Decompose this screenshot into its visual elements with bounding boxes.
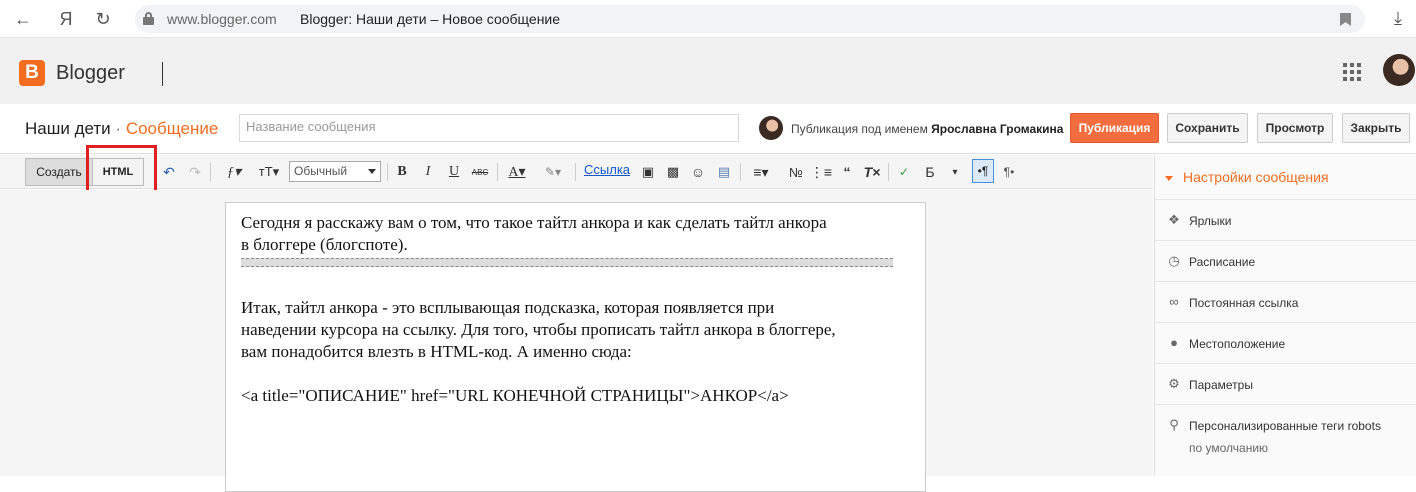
gear-icon: ⚙ [1168, 376, 1180, 391]
font-family-icon[interactable]: ƒ▾ [218, 160, 250, 184]
editor-line: Итак, тайтл анкора - это всплывающая под… [241, 298, 775, 317]
insert-emoji-icon[interactable]: ☺ [688, 160, 708, 184]
sidebar-item-sublabel: по умолчанию [1189, 441, 1269, 455]
jump-break-divider [241, 258, 893, 267]
editor-line: вам понадобится влезть в HTML-код. А име… [241, 342, 632, 361]
compose-mode-button[interactable]: Создать [25, 158, 93, 186]
editor-line: в блоггере (блогспоте). [241, 235, 408, 254]
sidebar-item-schedule[interactable]: ◷ Расписание [1155, 240, 1416, 281]
search-icon: ⚲ [1169, 417, 1179, 432]
sidebar-item-label: Персонализированные теги robots [1189, 419, 1381, 433]
sidebar-item-options[interactable]: ⚙ Параметры [1155, 363, 1416, 404]
bookmark-icon[interactable] [1340, 13, 1351, 26]
sidebar-item-location[interactable]: ● Местоположение [1155, 322, 1416, 363]
italic-icon[interactable]: I [420, 160, 436, 184]
clear-formatting-icon[interactable]: T× [862, 160, 882, 184]
post-body-editor[interactable]: Сегодня я расскажу вам о том, что такое … [225, 202, 926, 492]
sidebar-item-label: Ярлыки [1189, 214, 1232, 228]
text-color-icon[interactable]: A▾ [503, 160, 531, 184]
clock-icon: ◷ [1168, 253, 1180, 268]
ltr-direction-icon[interactable]: •¶ [972, 159, 994, 183]
post-settings-title: Настройки сообщения [1183, 169, 1329, 185]
post-header: Наши дети · Сообщение Название сообщения… [0, 104, 1416, 154]
publish-as-name: Ярославна Громакина [931, 122, 1064, 136]
section-title: Сообщение [125, 119, 219, 138]
post-title-input[interactable]: Название сообщения [239, 114, 739, 142]
close-button[interactable]: Закрыть [1342, 113, 1410, 143]
undo-icon[interactable]: ↶ [160, 160, 178, 184]
address-url: www.blogger.com [167, 11, 277, 27]
underline-icon[interactable]: U [446, 160, 462, 184]
link-icon: ∞ [1169, 294, 1179, 309]
align-icon[interactable]: ≡▾ [746, 160, 776, 184]
location-pin-icon: ● [1170, 335, 1178, 350]
download-icon[interactable]: ⤓ [1394, 8, 1402, 29]
post-settings-header[interactable]: Настройки сообщения [1165, 169, 1329, 185]
blogger-header: B Blogger [0, 38, 1416, 104]
lock-icon [143, 12, 154, 25]
insert-video-icon[interactable]: ▩ [663, 160, 683, 184]
transliteration-button[interactable]: Б [922, 160, 938, 184]
publish-as-text: Публикация под именем Ярославна Громакин… [791, 122, 1063, 136]
editor-code-line: <a title="ОПИСАНИЕ" href="URL КОНЕЧНОЙ С… [241, 386, 789, 405]
font-size-icon[interactable]: тT▾ [253, 160, 285, 184]
save-button[interactable]: Сохранить [1167, 113, 1248, 143]
app-name[interactable]: Blogger [56, 62, 125, 85]
sidebar-item-label: Параметры [1189, 378, 1253, 392]
rtl-direction-icon[interactable]: ¶• [1000, 160, 1018, 184]
publish-button[interactable]: Публикация [1070, 113, 1159, 143]
editor-paragraph: Итак, тайтл анкора - это всплывающая под… [241, 297, 910, 363]
tag-icon: ❖ [1168, 212, 1180, 227]
editor-line: наведении курсора на ссылку. Для того, ч… [241, 320, 836, 339]
preview-button[interactable]: Просмотр [1257, 113, 1333, 143]
blockquote-icon[interactable]: “ [838, 160, 856, 184]
reload-icon[interactable]: ↻ [92, 8, 114, 30]
collapse-triangle-icon [1165, 175, 1173, 181]
sidebar-item-label: Местоположение [1189, 337, 1286, 351]
sidebar-item-labels[interactable]: ❖ Ярлыки [1155, 199, 1416, 240]
insert-link-button[interactable]: Ссылка [584, 162, 630, 177]
sidebar-item-label: Расписание [1189, 255, 1256, 269]
chevron-down-icon [368, 169, 376, 174]
bulleted-list-icon[interactable]: ⋮≡ [810, 160, 832, 184]
sidebar-item-permalink[interactable]: ∞ Постоянная ссылка [1155, 281, 1416, 322]
apps-grid-icon[interactable] [1343, 63, 1361, 81]
yandex-button[interactable]: Я [55, 8, 77, 30]
address-bar[interactable]: www.blogger.com Blogger: Наши дети – Нов… [135, 5, 1365, 33]
header-divider [162, 62, 163, 86]
breadcrumb: Наши дети · Сообщение [25, 119, 218, 139]
breadcrumb-separator: · [115, 119, 122, 138]
insert-image-icon[interactable]: ▣ [638, 160, 658, 184]
spellcheck-icon[interactable]: ✓ [894, 160, 914, 184]
insert-jump-break-icon[interactable]: ▤ [714, 160, 734, 184]
editor-line: Сегодня я расскажу вам о том, что такое … [241, 213, 827, 232]
page-title: Blogger: Наши дети – Новое сообщение [300, 11, 561, 27]
highlight-color-icon[interactable]: ✎▾ [538, 160, 568, 184]
browser-toolbar: ← Я ↻ www.blogger.com Blogger: Наши дети… [0, 0, 1416, 38]
redo-icon[interactable]: ↷ [186, 160, 204, 184]
publish-as-prefix: Публикация под именем [791, 122, 928, 136]
post-settings-sidebar: Настройки сообщения ❖ Ярлыки ◷ Расписани… [1154, 155, 1416, 476]
format-select-value: Обычный [294, 164, 348, 178]
author-avatar [759, 116, 783, 140]
editor-toolbar: Создать HTML ↶ ↷ ƒ▾ тT▾ Обычный B I U AB… [0, 155, 1153, 189]
sidebar-item-label: Постоянная ссылка [1189, 296, 1299, 310]
editor-area: Сегодня я расскажу вам о том, что такое … [0, 190, 1153, 492]
paragraph-format-select[interactable]: Обычный [289, 161, 381, 182]
blog-name[interactable]: Наши дети [25, 119, 111, 138]
transliteration-dropdown-icon[interactable]: ▾ [948, 160, 962, 184]
strikethrough-icon[interactable]: ABC [470, 160, 490, 184]
blogger-logo-icon[interactable]: B [19, 60, 45, 86]
back-arrow-icon[interactable]: ← [12, 8, 34, 30]
bold-icon[interactable]: B [394, 160, 410, 184]
account-avatar[interactable] [1383, 54, 1415, 86]
sidebar-item-robots-tags[interactable]: ⚲ Персонализированные теги robots по умо… [1155, 404, 1416, 476]
numbered-list-icon[interactable]: № [787, 160, 805, 184]
